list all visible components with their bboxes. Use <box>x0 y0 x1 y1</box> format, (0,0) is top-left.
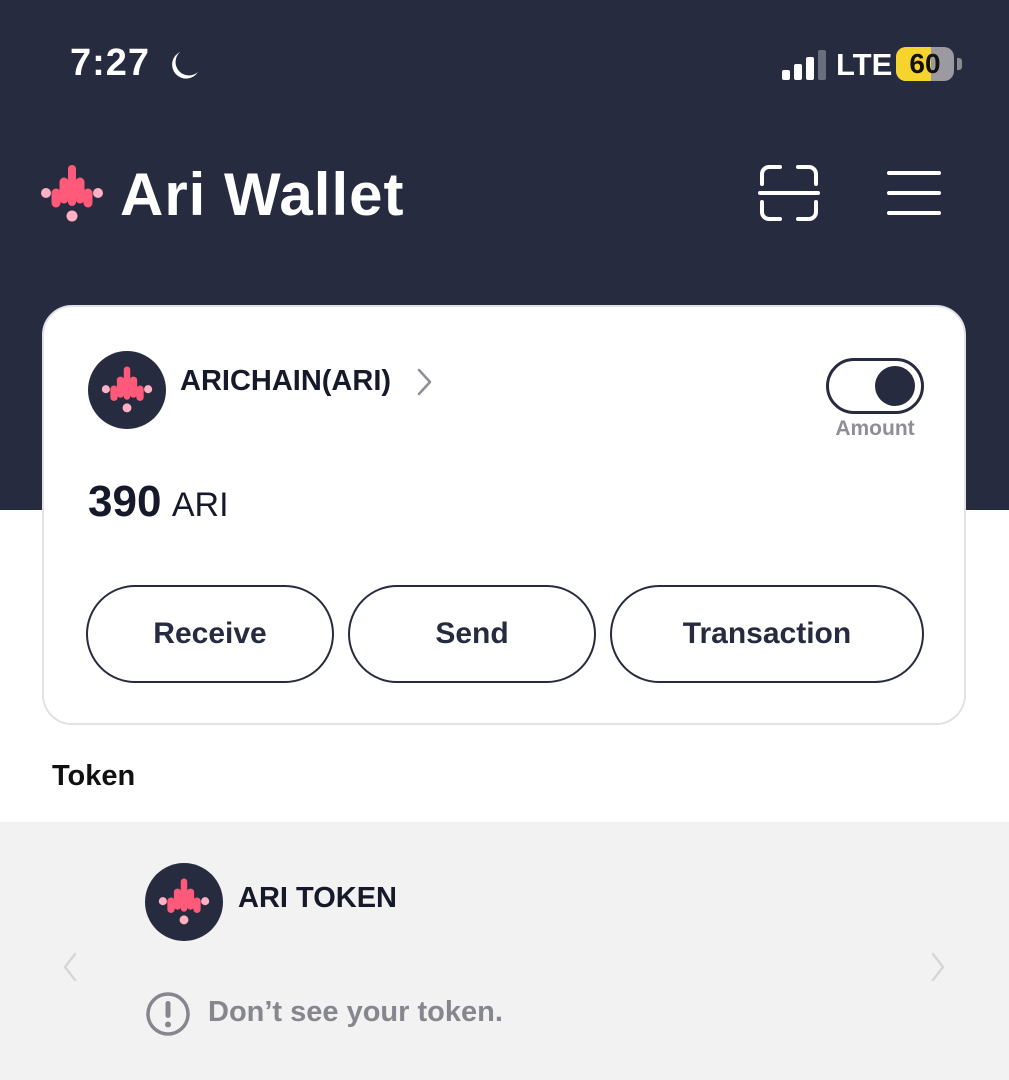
token-carousel <box>0 822 1009 1080</box>
missing-token-link[interactable]: Don’t see your token. <box>208 996 503 1029</box>
send-button[interactable]: Send <box>348 585 596 683</box>
battery-cap <box>957 58 962 70</box>
balance: 390 ARI <box>88 477 229 527</box>
token-name[interactable]: ARI TOKEN <box>238 882 397 915</box>
amount-toggle[interactable] <box>826 358 924 414</box>
transaction-button[interactable]: Transaction <box>610 585 924 683</box>
chevron-right-icon <box>417 368 432 395</box>
status-time: 7:27 <box>70 42 151 84</box>
ari-logo-icon <box>158 878 210 925</box>
moon-icon <box>172 52 198 79</box>
app-title: Ari Wallet <box>120 161 405 228</box>
network-name: ARICHAIN(ARI) <box>180 365 392 397</box>
ari-logo-icon <box>41 165 103 222</box>
battery-level: 60 <box>909 48 941 79</box>
receive-button[interactable]: Receive <box>86 585 334 683</box>
toggle-knob <box>875 366 915 406</box>
exclamation-circle-icon <box>146 992 190 1036</box>
balance-value: 390 <box>88 477 162 526</box>
chevron-right-icon[interactable] <box>928 950 948 984</box>
ari-token-avatar <box>145 863 223 941</box>
arichain-avatar <box>88 351 166 429</box>
chevron-left-icon[interactable] <box>60 950 80 984</box>
signal-icon <box>782 50 826 80</box>
battery-icon: 60 <box>896 47 954 81</box>
amount-toggle-label: Amount <box>835 417 915 440</box>
ari-logo-icon <box>101 366 153 413</box>
hamburger-menu-icon[interactable] <box>886 168 942 218</box>
network-type: LTE <box>836 47 893 82</box>
wallet-card: ARICHAIN(ARI) Amount 390 ARI Receive Sen… <box>42 305 966 725</box>
token-section-title: Token <box>52 760 136 792</box>
qr-scan-icon[interactable] <box>758 164 820 222</box>
network-selector[interactable]: ARICHAIN(ARI) <box>180 365 435 398</box>
balance-unit: ARI <box>171 486 229 524</box>
